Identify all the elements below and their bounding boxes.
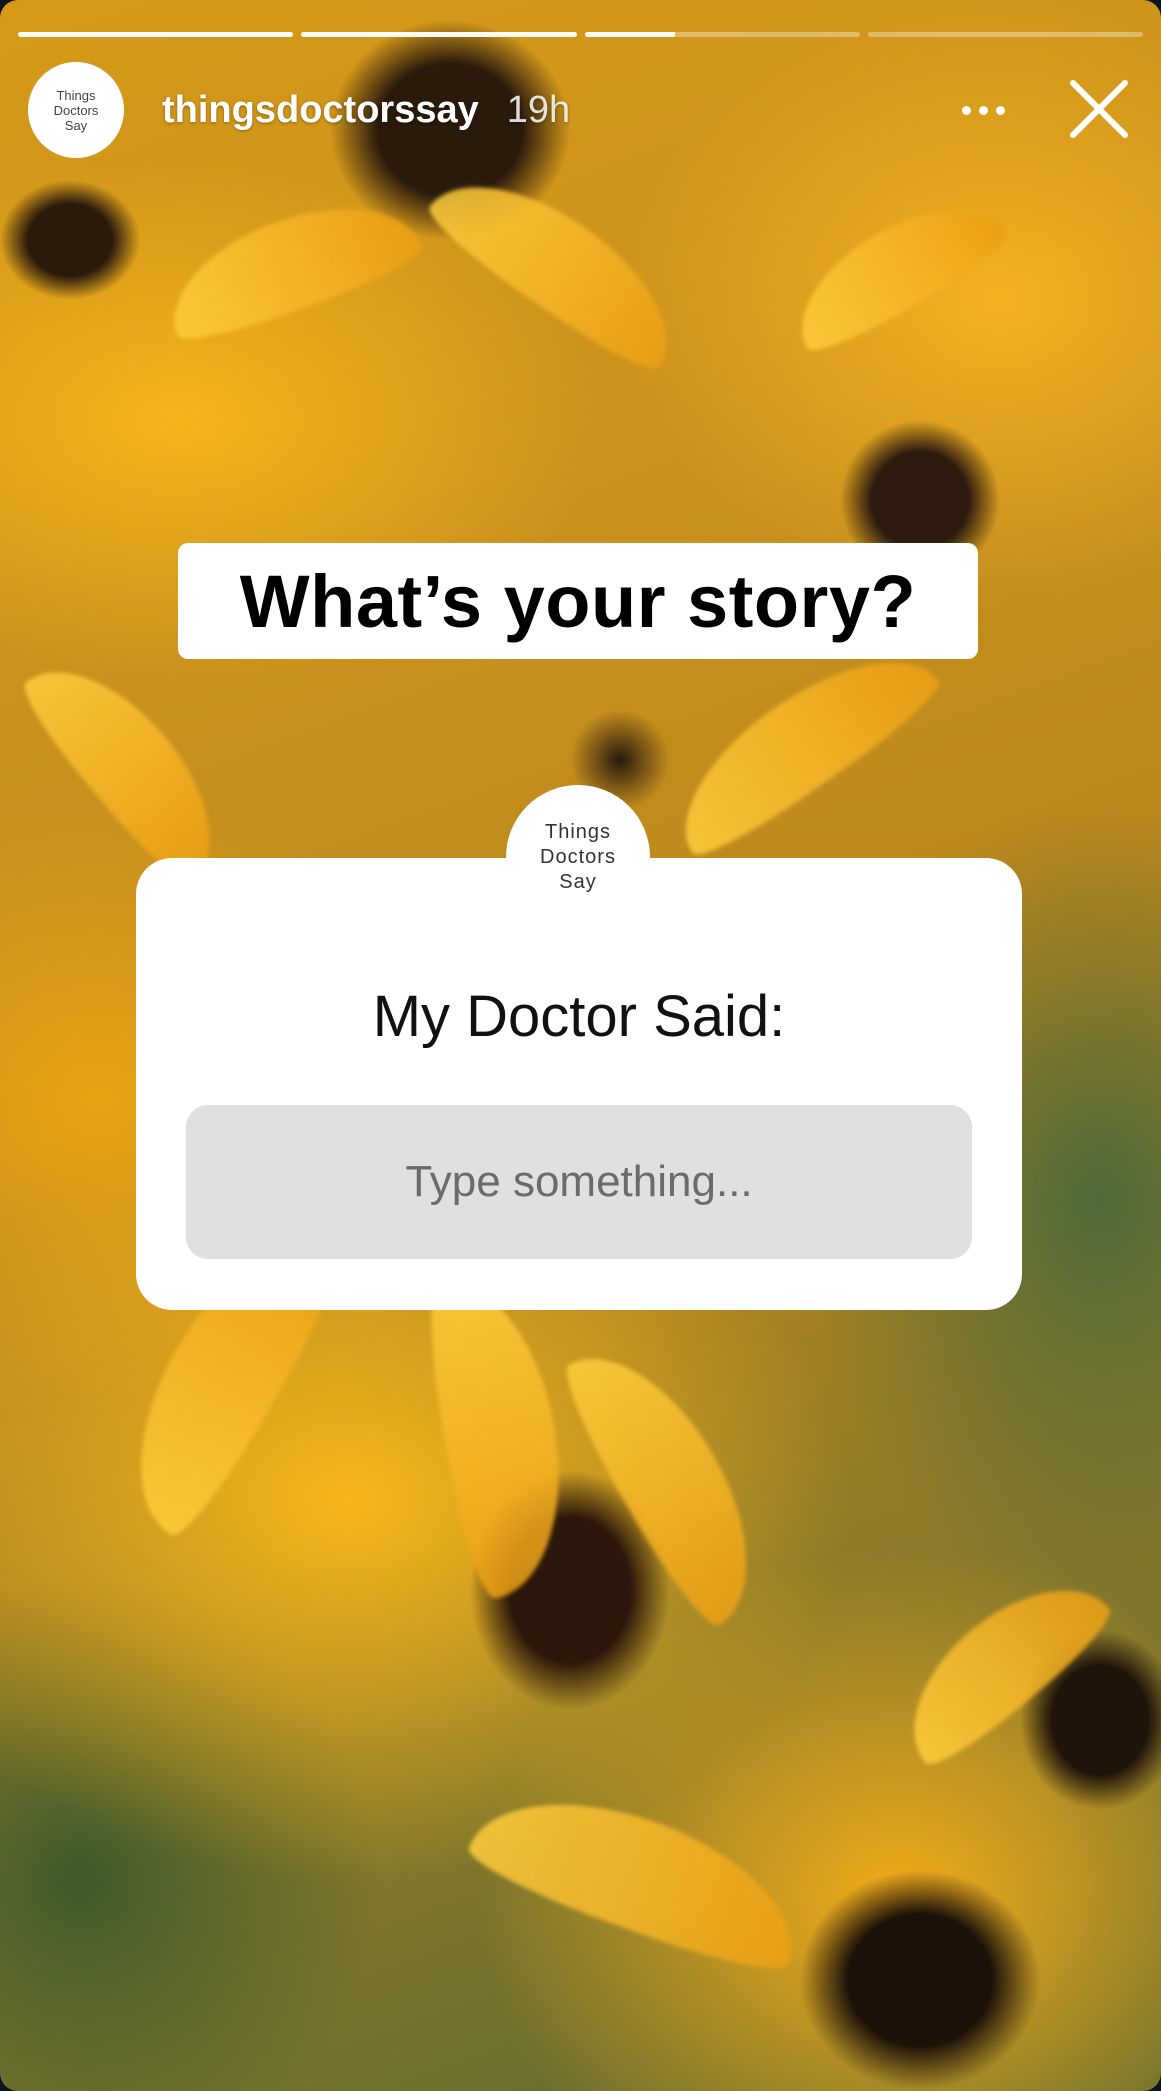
- progress-segment-fill: [18, 32, 294, 37]
- close-icon: [1070, 80, 1128, 138]
- background-petal: [551, 1325, 789, 1635]
- story-progress-bar: [18, 32, 1143, 37]
- story-header: Things Doctors Say thingsdoctorssay 19h: [28, 60, 1133, 160]
- question-avatar: Things Doctors Say: [506, 785, 650, 929]
- progress-segment-fill: [584, 32, 676, 37]
- question-prompt: My Doctor Said:: [372, 984, 786, 1049]
- more-options-button[interactable]: [953, 88, 1013, 132]
- progress-segment: [584, 32, 860, 37]
- background-petal: [11, 636, 249, 894]
- post-time: 19h: [506, 88, 571, 131]
- username[interactable]: thingsdoctorssay: [162, 89, 479, 132]
- profile-avatar[interactable]: Things Doctors Say: [28, 62, 124, 158]
- progress-segment: [18, 32, 294, 37]
- story-title-sticker: What’s your story?: [178, 543, 978, 659]
- background-petal: [461, 1765, 819, 1985]
- more-horizontal-icon: [961, 105, 971, 115]
- progress-segment: [867, 32, 1143, 37]
- close-button[interactable]: [1065, 75, 1133, 143]
- background-petal: [879, 1553, 1121, 1777]
- background-petal: [419, 147, 701, 383]
- background-petal: [418, 1267, 582, 1603]
- more-horizontal-icon: [978, 105, 988, 115]
- story-viewer[interactable]: Things Doctors Say thingsdoctorssay 19h …: [0, 0, 1161, 2091]
- progress-segment: [301, 32, 577, 37]
- background-petal: [152, 178, 428, 352]
- background-petal: [775, 177, 1015, 363]
- question-answer-input[interactable]: Type something...: [186, 1105, 972, 1259]
- progress-segment-fill: [301, 32, 577, 37]
- more-horizontal-icon: [995, 105, 1005, 115]
